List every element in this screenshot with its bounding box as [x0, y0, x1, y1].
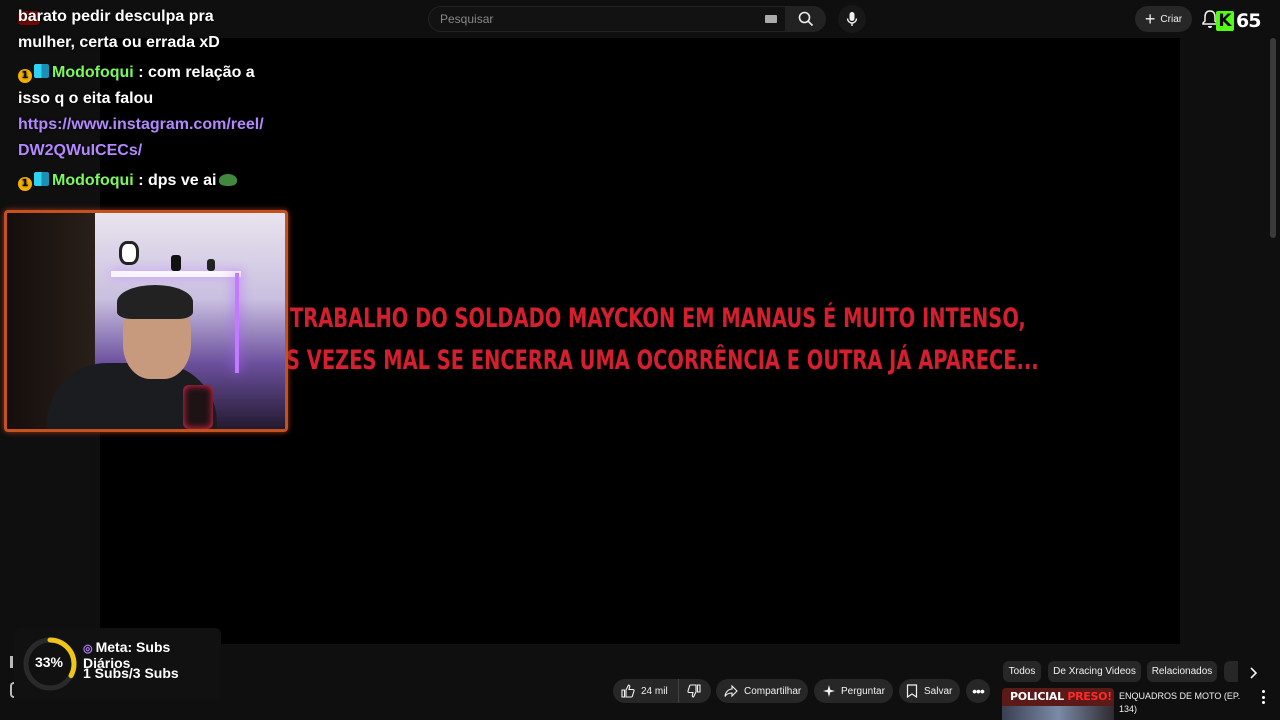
chat-link[interactable]: https://www.instagram.com/reel/DW2QWuICE…	[18, 116, 264, 159]
subscriber-badge-icon: 1	[18, 69, 32, 83]
create-label: Criar	[1160, 13, 1183, 25]
chat-overlay: barato pedir desculpa pra mulher, certa …	[18, 4, 268, 198]
gift-badge-icon	[34, 172, 49, 186]
streamer-webcam	[4, 210, 288, 432]
ask-label: Perguntar	[841, 685, 885, 697]
dislike-button[interactable]	[679, 684, 701, 698]
goal-percent: 33%	[34, 654, 64, 670]
chip-todos[interactable]: Todos	[1003, 661, 1041, 682]
like-count: 24 mil	[641, 685, 668, 697]
pepe-emote-icon	[219, 174, 238, 186]
search-button[interactable]	[786, 6, 826, 32]
goal-count: 1 Subs/3 Subs	[83, 665, 179, 681]
chat-text: : dps ve ai	[133, 172, 217, 189]
share-button[interactable]: Compartilhar	[716, 679, 808, 703]
kick-viewer-count: 65	[1236, 10, 1261, 32]
microphone-prop	[183, 385, 213, 429]
chevron-right-icon[interactable]	[1244, 664, 1262, 682]
thumbnail-text-white: POLICIAL	[1010, 690, 1068, 703]
gift-badge-icon	[34, 64, 49, 78]
thumbs-down-icon	[687, 684, 701, 698]
related-video-title[interactable]: ENQUADROS DE MOTO (EP. 134)	[1119, 690, 1249, 716]
truncated-text-edge	[10, 656, 13, 668]
ellipsis-icon: •••	[972, 683, 985, 699]
video-caption-line-2: S VEZES MAL SE ENCERRA UMA OCORRÊNCIA E …	[286, 345, 1039, 376]
figure-toy	[207, 259, 215, 271]
video-caption-line-1: TRABALHO DO SOLDADO MAYCKON EM MANAUS É …	[290, 303, 1026, 334]
chat-message: 1 Modofoqui : com relação a isso q o eita…	[18, 60, 268, 164]
related-video-menu-icon[interactable]	[1258, 690, 1268, 704]
chat-username: Modofoqui	[52, 172, 134, 189]
chat-message: barato pedir desculpa pra mulher, certa …	[18, 8, 220, 51]
webcam-shelf	[111, 271, 241, 277]
kick-logo-icon: K	[1216, 11, 1234, 31]
plus-icon: +	[1144, 9, 1156, 29]
panda-figure	[119, 241, 139, 265]
subscriber-badge-icon: 1	[18, 177, 32, 191]
bookmark-icon	[906, 684, 918, 698]
chat-username: Modofoqui	[52, 64, 134, 81]
thumbnail-image	[1002, 706, 1114, 720]
neon-light	[235, 273, 239, 373]
chat-message: 1 Modofoqui : dps ve ai	[18, 168, 268, 194]
voice-search-button[interactable]	[838, 5, 866, 33]
share-label: Compartilhar	[744, 685, 802, 697]
streamer-hair	[117, 285, 193, 319]
like-button[interactable]: 24 mil	[613, 679, 679, 703]
search-icon	[798, 11, 814, 27]
thumbnail-text: POLICIAL PRESO!	[1010, 690, 1112, 703]
more-actions-button[interactable]: •••	[966, 679, 990, 703]
save-button[interactable]: Salvar	[899, 679, 960, 703]
chip-channel-videos[interactable]: De Xracing Videos	[1048, 661, 1141, 682]
kick-overlay-badge: K 65	[1216, 10, 1261, 32]
create-button[interactable]: + Criar	[1135, 6, 1192, 32]
subscription-goal-widget: 33% ◎ Meta: Subs Diários 1 Subs/3 Subs	[14, 628, 221, 700]
microphone-icon	[846, 12, 858, 26]
thumbs-up-icon	[621, 684, 635, 698]
goal-target-icon: ◎	[83, 643, 93, 655]
related-video-thumbnail[interactable]: POLICIAL PRESO!	[1002, 688, 1114, 720]
chip-truncated[interactable]	[1224, 661, 1238, 682]
page-scrollbar[interactable]	[1270, 38, 1276, 238]
chip-related[interactable]: Relacionados	[1147, 661, 1217, 682]
thumbnail-text-red: PRESO!	[1067, 690, 1112, 703]
like-dislike-group: 24 mil	[613, 679, 711, 703]
figure-toy	[171, 255, 181, 271]
search-input[interactable]	[440, 12, 740, 26]
ask-button[interactable]: Perguntar	[814, 679, 893, 703]
save-label: Salvar	[924, 685, 953, 697]
sparkle-icon	[823, 685, 835, 697]
search-box[interactable]	[428, 6, 786, 32]
share-arrow-icon	[724, 684, 738, 698]
keyboard-icon[interactable]	[765, 15, 777, 23]
